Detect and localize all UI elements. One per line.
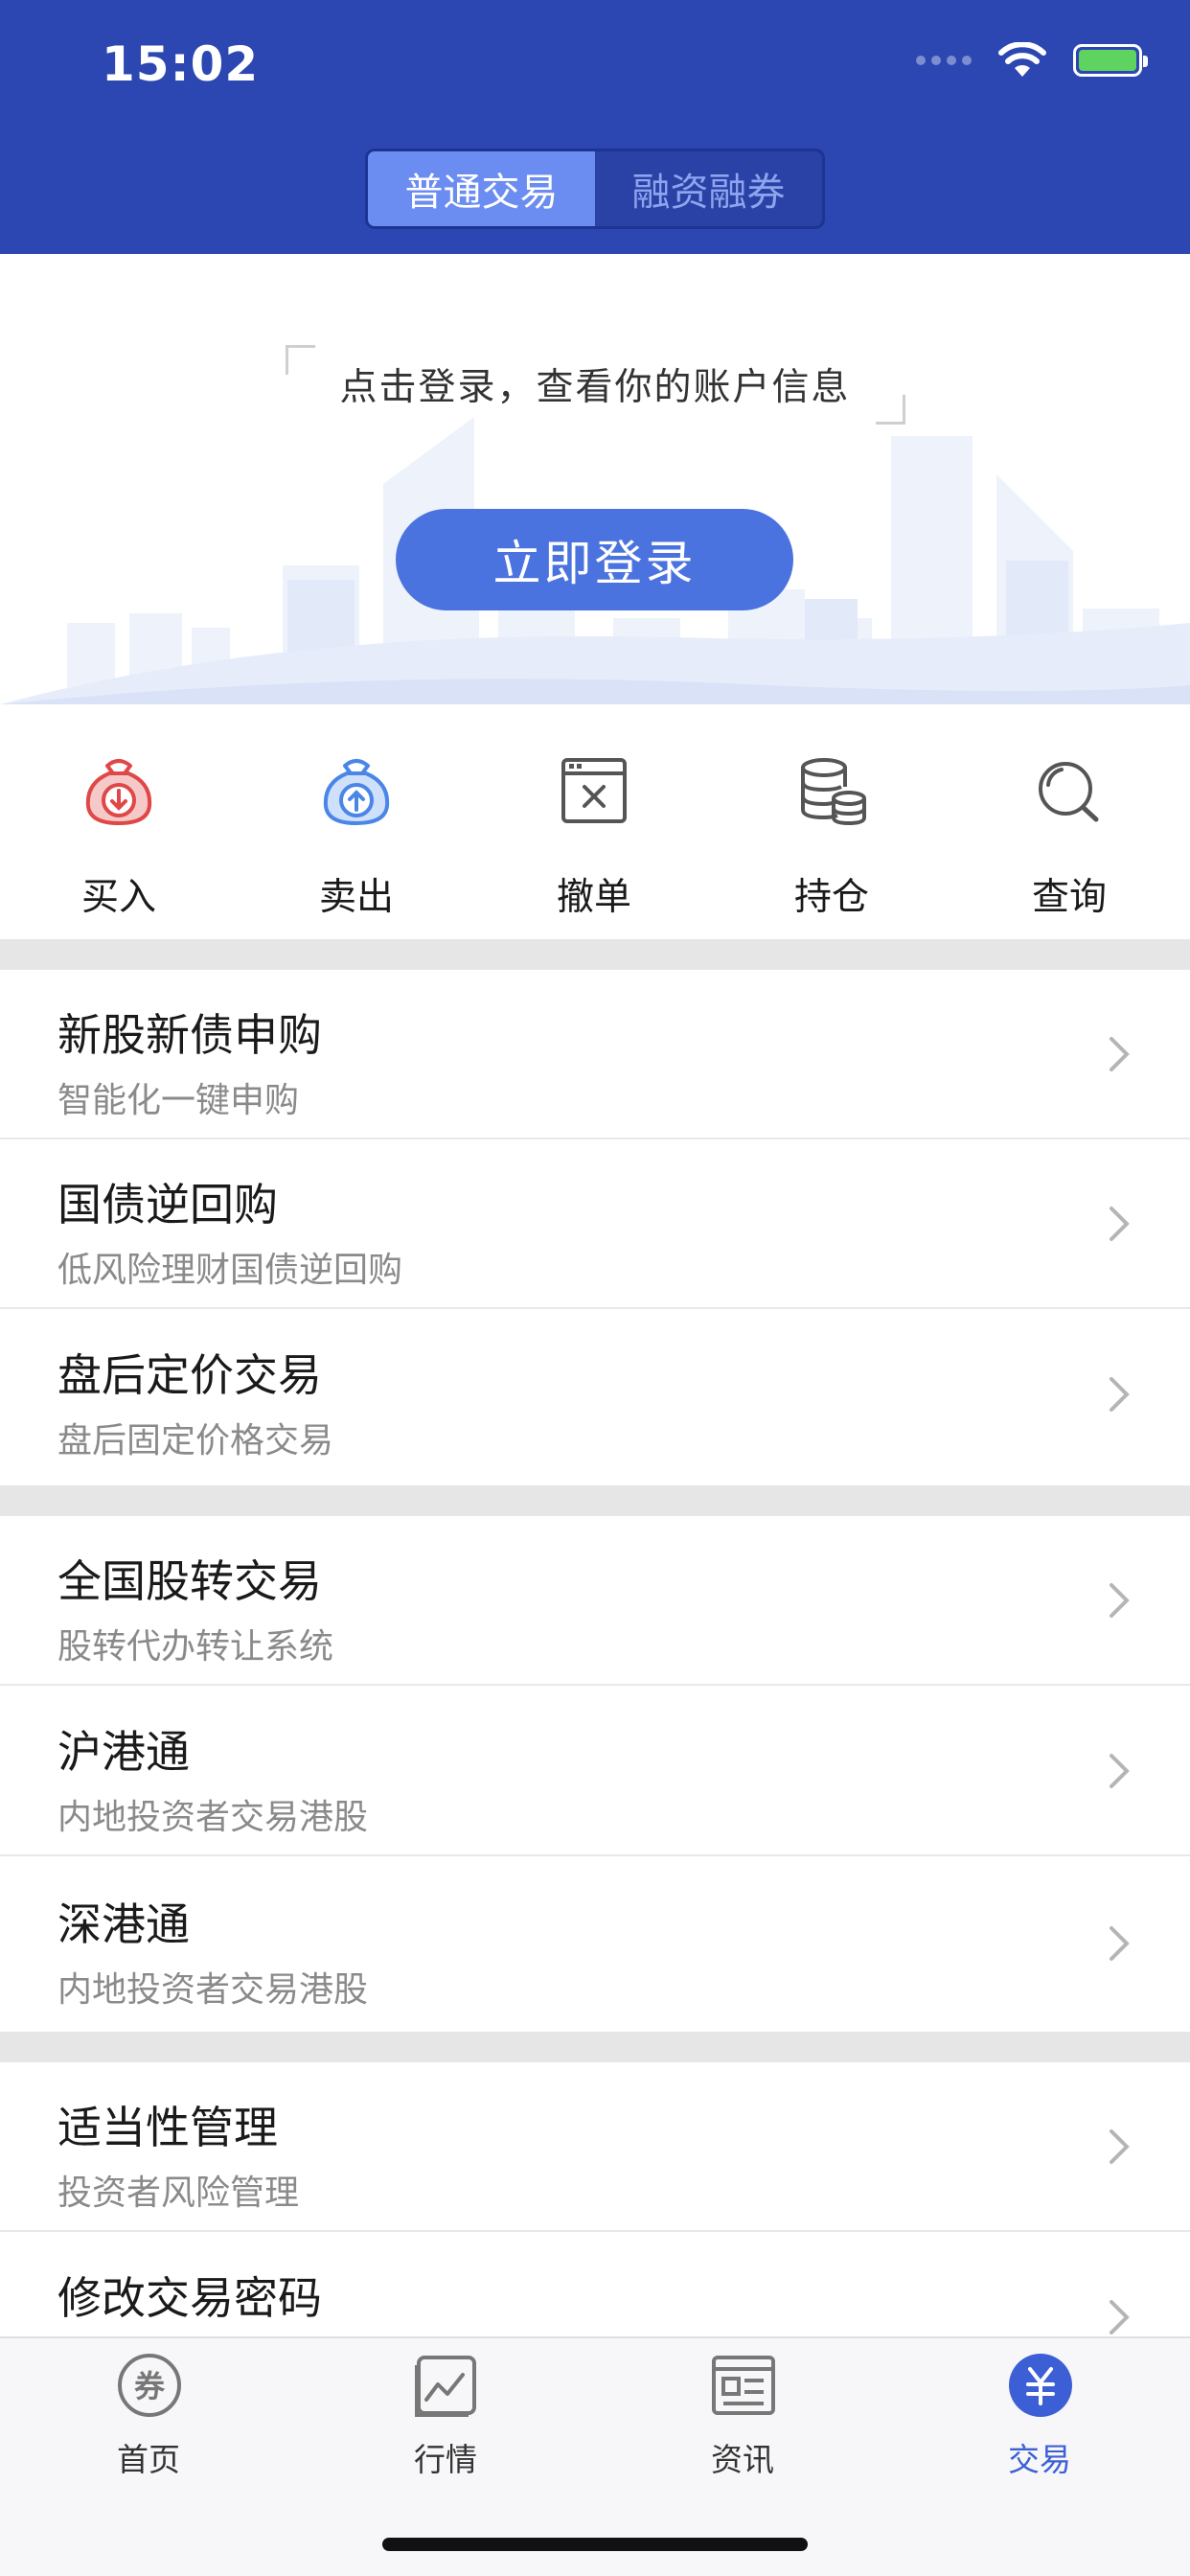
- tab-news[interactable]: 资讯: [594, 2352, 891, 2486]
- chevron-right-icon: [1110, 1377, 1130, 1412]
- menu-item-sh-hk-connect[interactable]: 沪港通 内地投资者交易港股: [0, 1687, 1190, 1856]
- tab-trade-label: 交易: [1008, 2441, 1071, 2478]
- tab-home-label: 首页: [117, 2441, 180, 2478]
- menu-item-subtitle: 投资者风险管理: [57, 2174, 300, 2213]
- tab-trade[interactable]: 交易: [891, 2352, 1188, 2486]
- segment-normal-trade[interactable]: 普通交易: [368, 151, 595, 226]
- menu-item-subtitle: 盘后固定价格交易: [57, 1421, 334, 1460]
- menu-item-title: 全国股转交易: [57, 1555, 322, 1607]
- yuan-icon: [1009, 2354, 1072, 2417]
- section-divider: [0, 939, 1190, 970]
- signal-icon: [916, 56, 972, 65]
- menu-item-subtitle: 股转代办转让系统: [57, 1627, 334, 1667]
- chevron-right-icon: [1110, 1754, 1130, 1788]
- segment-margin-trade[interactable]: 融资融券: [595, 151, 822, 226]
- menu-item-subtitle: 低风险理财国债逆回购: [57, 1251, 403, 1290]
- menu-item-reverse-repo[interactable]: 国债逆回购 低风险理财国债逆回购: [0, 1139, 1190, 1309]
- action-buy[interactable]: 买入: [0, 704, 238, 939]
- chevron-right-icon: [1110, 1926, 1130, 1961]
- action-query[interactable]: 查询: [950, 704, 1188, 939]
- menu-item-title: 适当性管理: [57, 2102, 278, 2153]
- menu-item-title: 沪港通: [57, 1726, 190, 1778]
- menu-item-neeq[interactable]: 全国股转交易 股转代办转让系统: [0, 1516, 1190, 1686]
- login-panel: 点击登录，查看你的账户信息 立即登录: [0, 254, 1190, 704]
- menu-item-title: 新股新债申购: [57, 1009, 322, 1061]
- chevron-right-icon: [1110, 2300, 1130, 2334]
- battery-icon: [1073, 44, 1148, 77]
- chevron-right-icon: [1110, 1207, 1130, 1241]
- cancel-order-icon: [561, 758, 627, 823]
- chevron-right-icon: [1110, 1037, 1130, 1071]
- search-icon: [1039, 762, 1099, 822]
- action-query-label: 查询: [1031, 876, 1107, 919]
- section-divider: [0, 2032, 1190, 2062]
- trade-mode-segment: 普通交易 融资融券: [365, 149, 825, 229]
- tab-market[interactable]: 行情: [297, 2352, 594, 2486]
- action-cancel-order[interactable]: 撤单: [475, 704, 713, 939]
- holdings-icon: [801, 758, 866, 826]
- login-button[interactable]: 立即登录: [396, 509, 793, 610]
- action-holdings-label: 持仓: [793, 876, 869, 919]
- menu-item-subtitle: 智能化一键申购: [57, 1081, 300, 1120]
- buy-bag-icon: [85, 759, 152, 826]
- menu-item-title: 国债逆回购: [57, 1179, 278, 1230]
- action-cancel-label: 撤单: [556, 876, 631, 919]
- chart-icon: [415, 2356, 476, 2417]
- svg-text:券: 券: [134, 2368, 166, 2404]
- section-divider: [0, 1485, 1190, 1516]
- login-prompt[interactable]: 点击登录，查看你的账户信息: [0, 357, 1190, 411]
- status-icons: [916, 42, 1148, 79]
- coupon-icon: 券: [118, 2354, 181, 2417]
- action-buy-label: 买入: [80, 876, 156, 919]
- sell-bag-icon: [323, 759, 390, 826]
- tab-market-label: 行情: [414, 2441, 477, 2478]
- quick-actions: 买入 卖出 撤单 持仓 查询: [0, 704, 1190, 939]
- tab-news-label: 资讯: [711, 2441, 774, 2478]
- menu-item-title: 盘后定价交易: [57, 1349, 322, 1401]
- menu-item-subtitle: 内地投资者交易港股: [57, 1970, 369, 2010]
- menu-item-after-hours[interactable]: 盘后定价交易 盘后固定价格交易: [0, 1310, 1190, 1480]
- menu-item-suitability[interactable]: 适当性管理 投资者风险管理: [0, 2062, 1190, 2232]
- tab-home[interactable]: 券 首页: [0, 2352, 297, 2486]
- home-indicator[interactable]: [382, 2538, 808, 2551]
- bracket-decoration: [876, 395, 905, 425]
- news-icon: [712, 2356, 775, 2415]
- menu-item-sz-hk-connect[interactable]: 深港通 内地投资者交易港股: [0, 1859, 1190, 2029]
- wifi-icon: [998, 42, 1046, 77]
- chevron-right-icon: [1110, 2129, 1130, 2164]
- status-time: 15:02: [102, 36, 260, 92]
- action-sell[interactable]: 卖出: [238, 704, 475, 939]
- menu-item-ipo-subscribe[interactable]: 新股新债申购 智能化一键申购: [0, 970, 1190, 1139]
- action-holdings[interactable]: 持仓: [713, 704, 950, 939]
- menu-item-title: 修改交易密码: [57, 2272, 322, 2324]
- action-sell-label: 卖出: [318, 876, 394, 919]
- chevron-right-icon: [1110, 1583, 1130, 1618]
- menu-item-subtitle: 内地投资者交易港股: [57, 1798, 369, 1837]
- menu-item-title: 深港通: [57, 1898, 190, 1950]
